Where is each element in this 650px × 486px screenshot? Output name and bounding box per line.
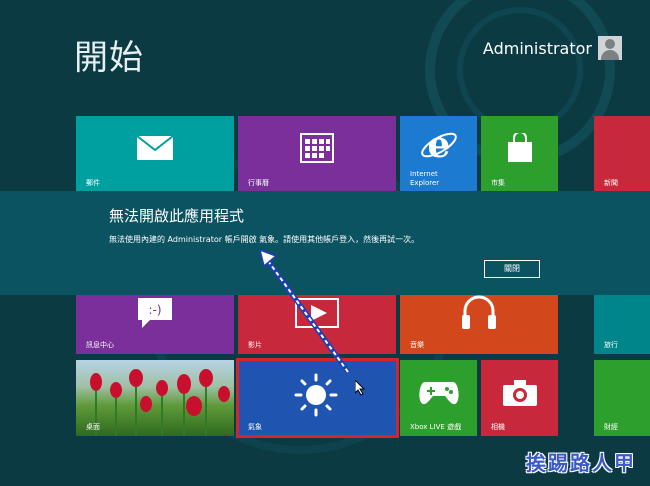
tile-news[interactable]: 新聞 xyxy=(594,116,650,192)
svg-text:e: e xyxy=(427,125,450,165)
tile-store[interactable]: 市集 xyxy=(481,116,558,192)
tile-label: 音樂 xyxy=(410,341,424,349)
mail-icon xyxy=(136,135,174,160)
tile-calendar[interactable]: 行事曆 xyxy=(238,116,396,192)
svg-text::-): :-) xyxy=(148,303,161,317)
tile-label: 市集 xyxy=(491,179,505,187)
internet-explorer-icon: e xyxy=(420,125,457,165)
video-icon xyxy=(295,297,339,328)
tile-xbox-live-games[interactable]: Xbox LIVE 遊戲 xyxy=(400,360,477,436)
user-account[interactable]: Administrator xyxy=(483,36,622,60)
tile-label: 訊息中心 xyxy=(86,341,114,349)
tile-label: 郵件 xyxy=(86,179,100,187)
tile-label: 旅行 xyxy=(604,341,618,349)
close-button[interactable]: 關閉 xyxy=(484,260,540,278)
tile-mail[interactable]: 郵件 xyxy=(76,116,234,192)
tile-camera[interactable]: 相機 xyxy=(481,360,558,436)
tile-label: Xbox LIVE 遊戲 xyxy=(410,423,462,431)
selection-highlight xyxy=(236,358,399,438)
tile-label: 影片 xyxy=(248,341,262,349)
tile-label: 行事曆 xyxy=(248,179,269,187)
gamepad-icon xyxy=(418,381,459,405)
dialog-message: 無法使用內建的 Administrator 帳戶開啟 氣象。請使用其他帳戶登入，… xyxy=(109,235,420,244)
tile-finance[interactable]: 財經 xyxy=(594,360,650,436)
headphones-icon xyxy=(462,295,496,329)
calendar-icon xyxy=(300,132,334,163)
shopping-bag-icon xyxy=(507,132,532,162)
mouse-cursor-icon xyxy=(355,380,366,396)
watermark: 挨踢路人甲 xyxy=(526,451,636,475)
user-name: Administrator xyxy=(482,38,592,58)
tile-label: 桌面 xyxy=(86,423,100,431)
tile-label: 新聞 xyxy=(604,179,618,187)
tile-internet-explorer[interactable]: e Internet Explorer xyxy=(400,116,477,192)
camera-icon xyxy=(502,380,537,407)
tile-desktop[interactable]: 桌面 xyxy=(76,360,234,436)
tile-label: 相機 xyxy=(491,423,505,431)
error-dialog: 無法開啟此應用程式 無法使用內建的 Administrator 帳戶開啟 氣象。… xyxy=(0,191,650,295)
page-title: 開始 xyxy=(74,38,144,78)
dialog-title: 無法開啟此應用程式 xyxy=(109,207,245,225)
message-icon: :-) xyxy=(138,297,172,328)
avatar-icon xyxy=(598,36,622,60)
tile-label: Internet Explorer xyxy=(410,170,440,187)
tile-label: 財經 xyxy=(604,423,618,431)
